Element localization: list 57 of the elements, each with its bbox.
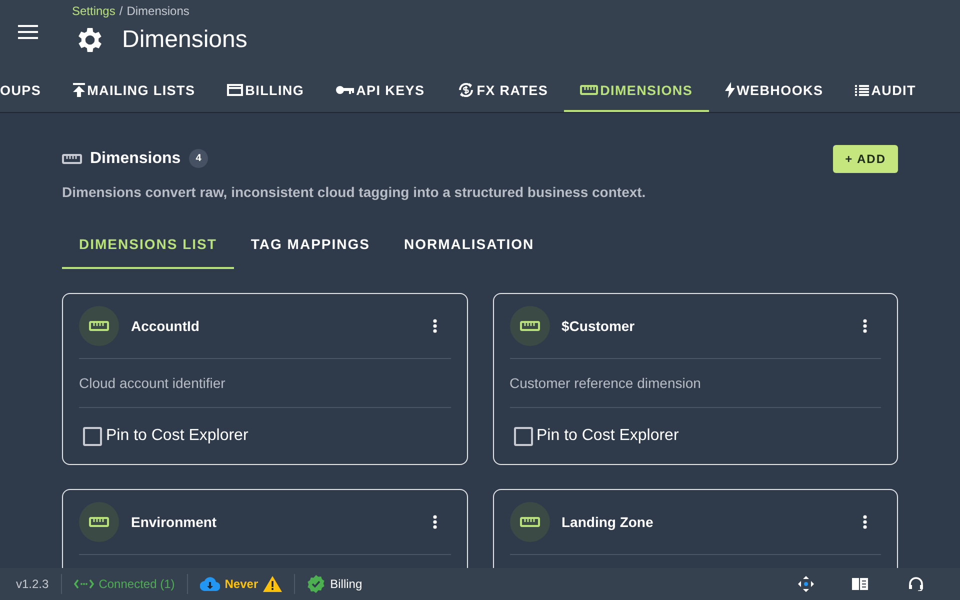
move-arrows-icon[interactable]	[798, 576, 814, 592]
section-title: Dimensions	[90, 150, 181, 168]
breadcrumb-link[interactable]: Settings	[72, 4, 116, 18]
cloud-download-icon	[200, 577, 220, 591]
settings-tab[interactable]: AUDIT	[839, 70, 932, 112]
settings-tab[interactable]: OUPS	[0, 70, 58, 112]
list-icon	[855, 84, 870, 96]
dimension-name: Environment	[131, 514, 218, 530]
connection-status: Connected (1)	[98, 577, 175, 591]
pin-label: Pin to Cost Explorer	[536, 427, 679, 445]
checkbox[interactable]	[83, 426, 102, 446]
bolt-icon	[724, 82, 735, 98]
billing-status: Billing	[330, 577, 362, 591]
add-button[interactable]: + ADD	[833, 144, 898, 172]
count-badge: 4	[188, 149, 208, 168]
ruler-avatar-icon	[510, 502, 550, 542]
code-arrows-icon	[74, 579, 94, 589]
key-icon	[336, 85, 354, 95]
subtab[interactable]: TAG MAPPINGS	[234, 222, 387, 269]
version-text: v1.2.3	[16, 577, 49, 591]
settings-tab[interactable]: WEBHOOKS	[708, 70, 840, 112]
ruler-avatar-icon	[79, 502, 119, 542]
card-icon	[227, 84, 244, 96]
settings-tab[interactable]: DIMENSIONS	[564, 70, 709, 112]
ruler-icon	[62, 154, 82, 164]
dimension-description: Cloud account identifier	[79, 375, 226, 391]
more-icon[interactable]	[432, 515, 436, 529]
sync-dollar-icon	[456, 81, 475, 99]
page-title: Dimensions	[122, 26, 248, 54]
subtab[interactable]: DIMENSIONS LIST	[62, 222, 234, 269]
more-icon[interactable]	[863, 319, 867, 333]
dimension-name: Landing Zone	[562, 514, 654, 530]
ruler-icon	[580, 85, 598, 95]
upload-icon	[73, 83, 86, 97]
ruler-avatar-icon	[79, 306, 119, 346]
menu-icon[interactable]	[18, 25, 38, 39]
dimension-name: AccountId	[131, 318, 200, 334]
dimension-description: Customer reference dimension	[510, 375, 701, 391]
more-icon[interactable]	[432, 319, 436, 333]
settings-tab[interactable]: API KEYS	[320, 70, 441, 112]
headset-icon[interactable]	[908, 577, 924, 591]
sync-status: Never	[224, 577, 258, 591]
dimension-name: $Customer	[562, 318, 636, 334]
subtab[interactable]: NORMALISATION	[386, 222, 552, 269]
breadcrumb-separator: /	[119, 4, 123, 18]
ruler-avatar-icon	[510, 306, 550, 346]
book-icon[interactable]	[852, 578, 868, 590]
settings-tab[interactable]: MAILING LISTS	[57, 70, 212, 112]
checkbox[interactable]	[514, 426, 532, 446]
section-description: Dimensions convert raw, inconsistent cloud tagging into a structured business context.	[62, 184, 647, 200]
settings-tab[interactable]: BILLING	[211, 70, 320, 112]
warning-icon	[263, 576, 282, 592]
breadcrumb-current: Dimensions	[126, 4, 190, 18]
settings-tab[interactable]: FX RATES	[440, 70, 564, 112]
pin-label: Pin to Cost Explorer	[106, 427, 248, 445]
more-icon[interactable]	[863, 515, 867, 529]
verified-badge-icon	[307, 575, 326, 593]
